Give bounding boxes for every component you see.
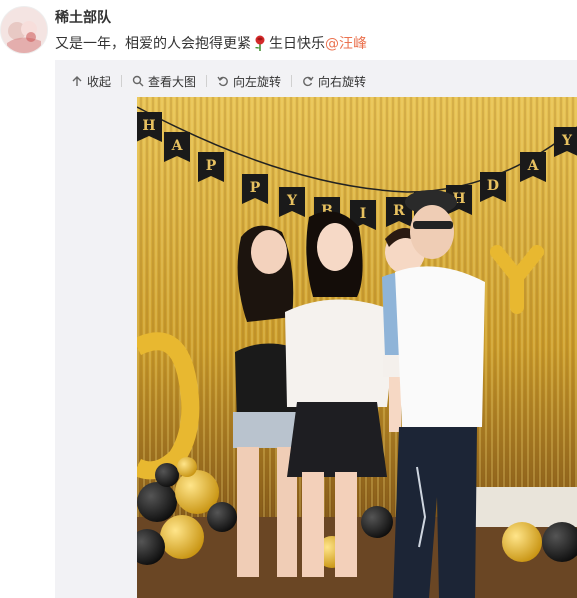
banner-letter: A [527, 158, 540, 174]
arrow-up-icon [72, 76, 82, 86]
rotate-right-icon [303, 76, 314, 87]
rose-icon [253, 35, 267, 55]
avatar[interactable] [0, 6, 48, 54]
media-toolbar: 收起 查看大图 向左旋转 向右旋转 [69, 70, 368, 92]
view-large-label: 查看大图 [148, 74, 197, 89]
media-box: 收起 查看大图 向左旋转 向右旋转 H A P P Y B I R H D A … [55, 60, 577, 598]
rotate-left-icon [217, 76, 228, 87]
banner-letter: H [142, 118, 155, 134]
avatar-image [1, 7, 47, 53]
rotate-left-button[interactable]: 向左旋转 [215, 73, 283, 90]
collapse-label: 收起 [87, 74, 112, 89]
banner-letter: P [250, 180, 261, 196]
banner-letter: A [171, 138, 184, 154]
collapse-button[interactable]: 收起 [69, 73, 113, 90]
rotate-left-label: 向左旋转 [233, 74, 282, 89]
search-icon [132, 75, 144, 87]
toolbar-divider [121, 75, 123, 87]
rotate-right-button[interactable]: 向右旋转 [300, 73, 368, 90]
view-large-button[interactable]: 查看大图 [130, 73, 198, 90]
banner-letter: I [360, 206, 367, 222]
toolbar-divider [291, 75, 293, 87]
birthday-photo: HAPPYBIRTHDAY [137, 97, 577, 598]
post-text-main: 又是一年，相爱的人会抱得更紧 [55, 36, 251, 52]
post-photo[interactable]: HAPPYBIRTHDAY [137, 97, 577, 598]
post-text-greeting: 生日快乐 [269, 36, 325, 52]
username[interactable]: 稀土部队 [55, 7, 111, 27]
mention-link[interactable]: @汪峰 [325, 36, 367, 52]
banner-letter: D [487, 178, 499, 194]
toolbar-divider [206, 75, 208, 87]
banner-letter: P [206, 158, 217, 174]
banner-letter: R [393, 203, 405, 219]
banner-letter: Y [561, 133, 573, 149]
banner-letter: Y [286, 193, 298, 209]
post-text: 又是一年，相爱的人会抱得更紧 生日快乐@汪峰 [55, 33, 367, 55]
rotate-right-label: 向右旋转 [318, 74, 367, 89]
